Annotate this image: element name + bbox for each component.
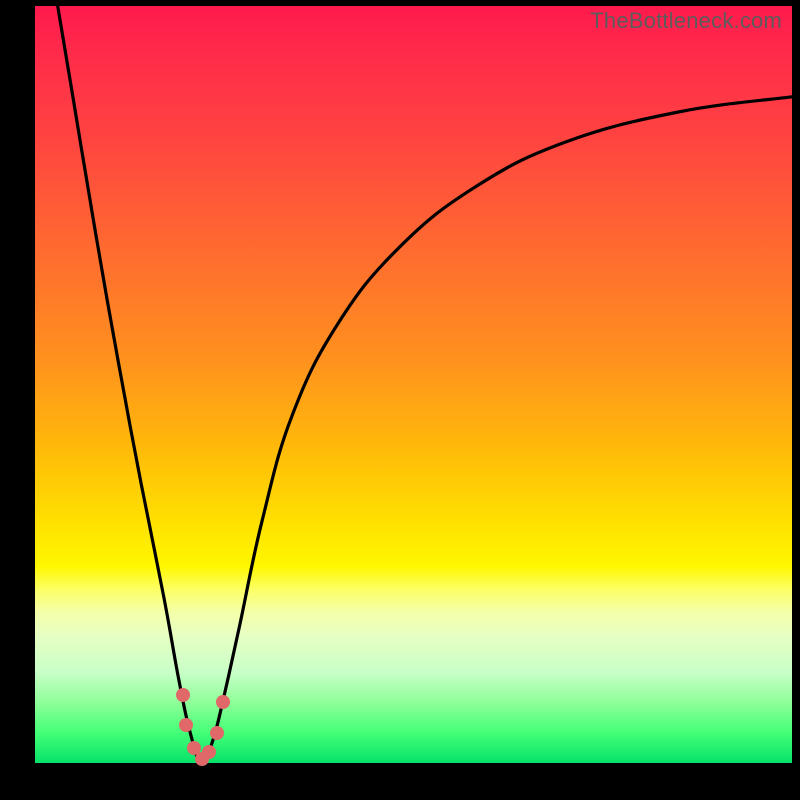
bottleneck-curve-svg [35, 6, 792, 763]
plot-area: TheBottleneck.com [35, 6, 792, 763]
bottleneck-curve [58, 6, 792, 763]
chart-frame: TheBottleneck.com [0, 0, 800, 800]
